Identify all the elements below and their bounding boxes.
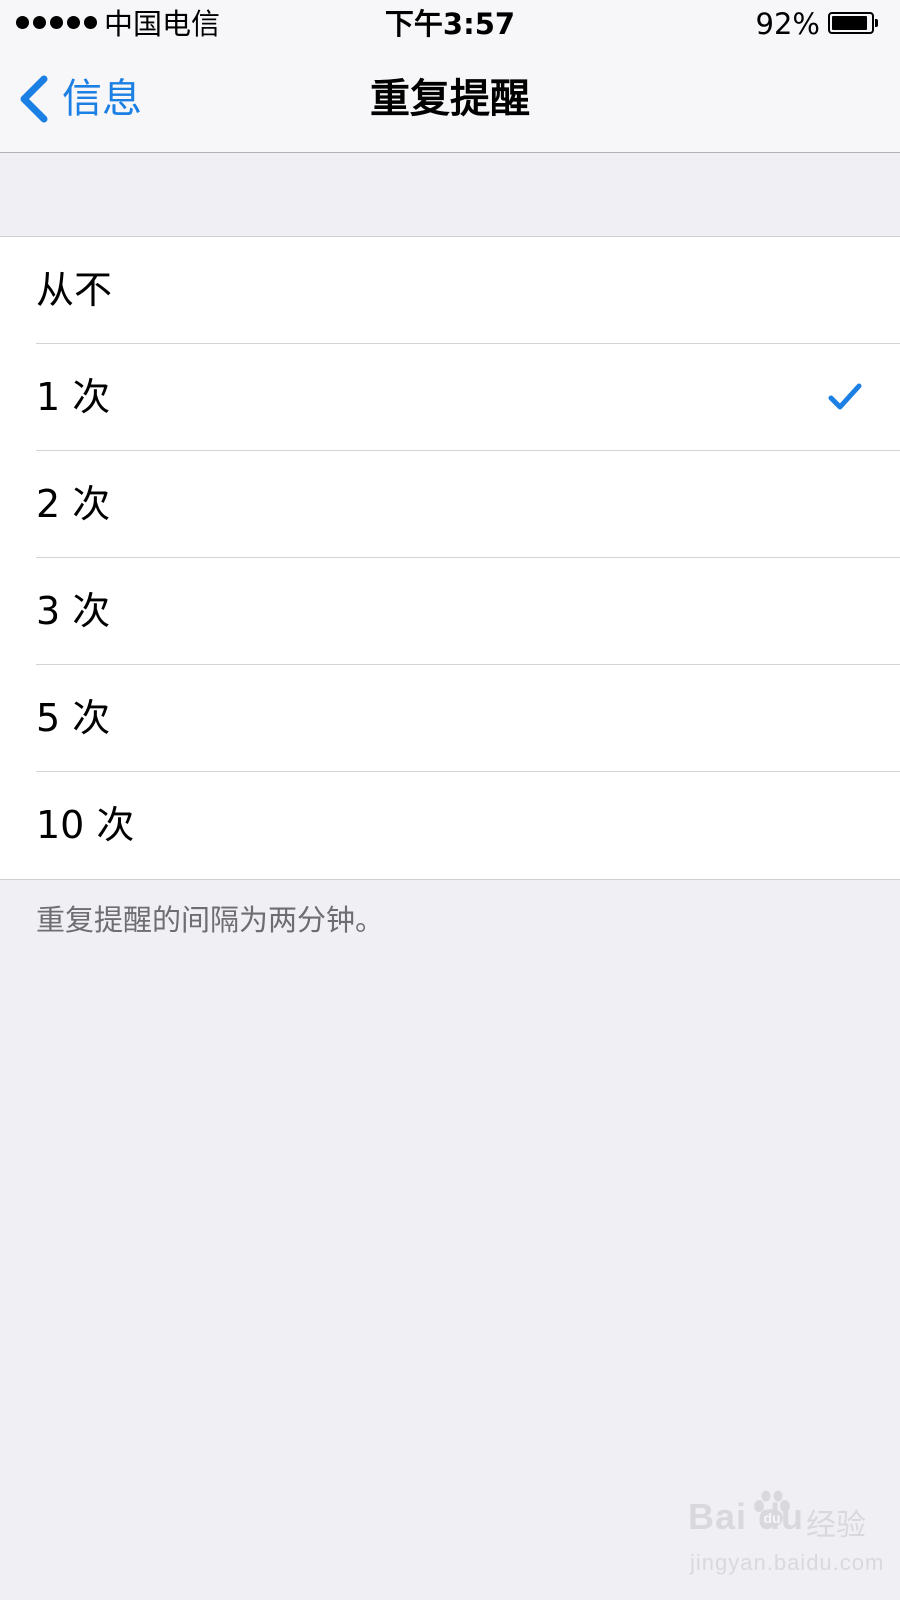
option-label: 3 次 xyxy=(36,589,111,633)
svg-text:du: du xyxy=(763,1510,780,1526)
option-label: 10 次 xyxy=(36,803,135,847)
option-row-1-time[interactable]: 1 次 xyxy=(0,344,900,451)
option-row-10-times[interactable]: 10 次 xyxy=(0,772,900,879)
watermark-cn: 经验 xyxy=(806,1508,866,1543)
option-label: 5 次 xyxy=(36,696,111,740)
status-bar: 中国电信 下午3:57 92% xyxy=(0,0,900,48)
option-row-3-times[interactable]: 3 次 xyxy=(0,558,900,665)
option-row-2-times[interactable]: 2 次 xyxy=(0,451,900,558)
page-title: 重复提醒 xyxy=(370,76,530,122)
battery-fill xyxy=(832,16,867,30)
option-row-never[interactable]: 从不 xyxy=(0,237,900,344)
baidu-jingyan-watermark: Bai du du 经验 jingyan.baidu.com xyxy=(688,1488,883,1588)
header: 中国电信 下午3:57 92% 信息 重复提醒 xyxy=(0,0,900,153)
checkmark-icon xyxy=(828,383,862,410)
option-label: 从不 xyxy=(36,268,113,312)
battery-percentage: 92% xyxy=(755,7,820,41)
watermark-url: jingyan.baidu.com xyxy=(690,1550,885,1575)
repeat-alert-options-list: 从不 1 次 2 次 3 次 5 次 10 次 xyxy=(0,236,900,880)
battery-icon xyxy=(828,12,880,36)
footer-note: 重复提醒的间隔为两分钟。 xyxy=(36,903,385,937)
navigation-bar: 信息 重复提醒 xyxy=(0,48,900,152)
paw-logo-icon: du xyxy=(754,1490,790,1527)
option-label: 2 次 xyxy=(36,482,111,526)
option-label: 1 次 xyxy=(36,375,111,419)
option-row-5-times[interactable]: 5 次 xyxy=(0,665,900,772)
